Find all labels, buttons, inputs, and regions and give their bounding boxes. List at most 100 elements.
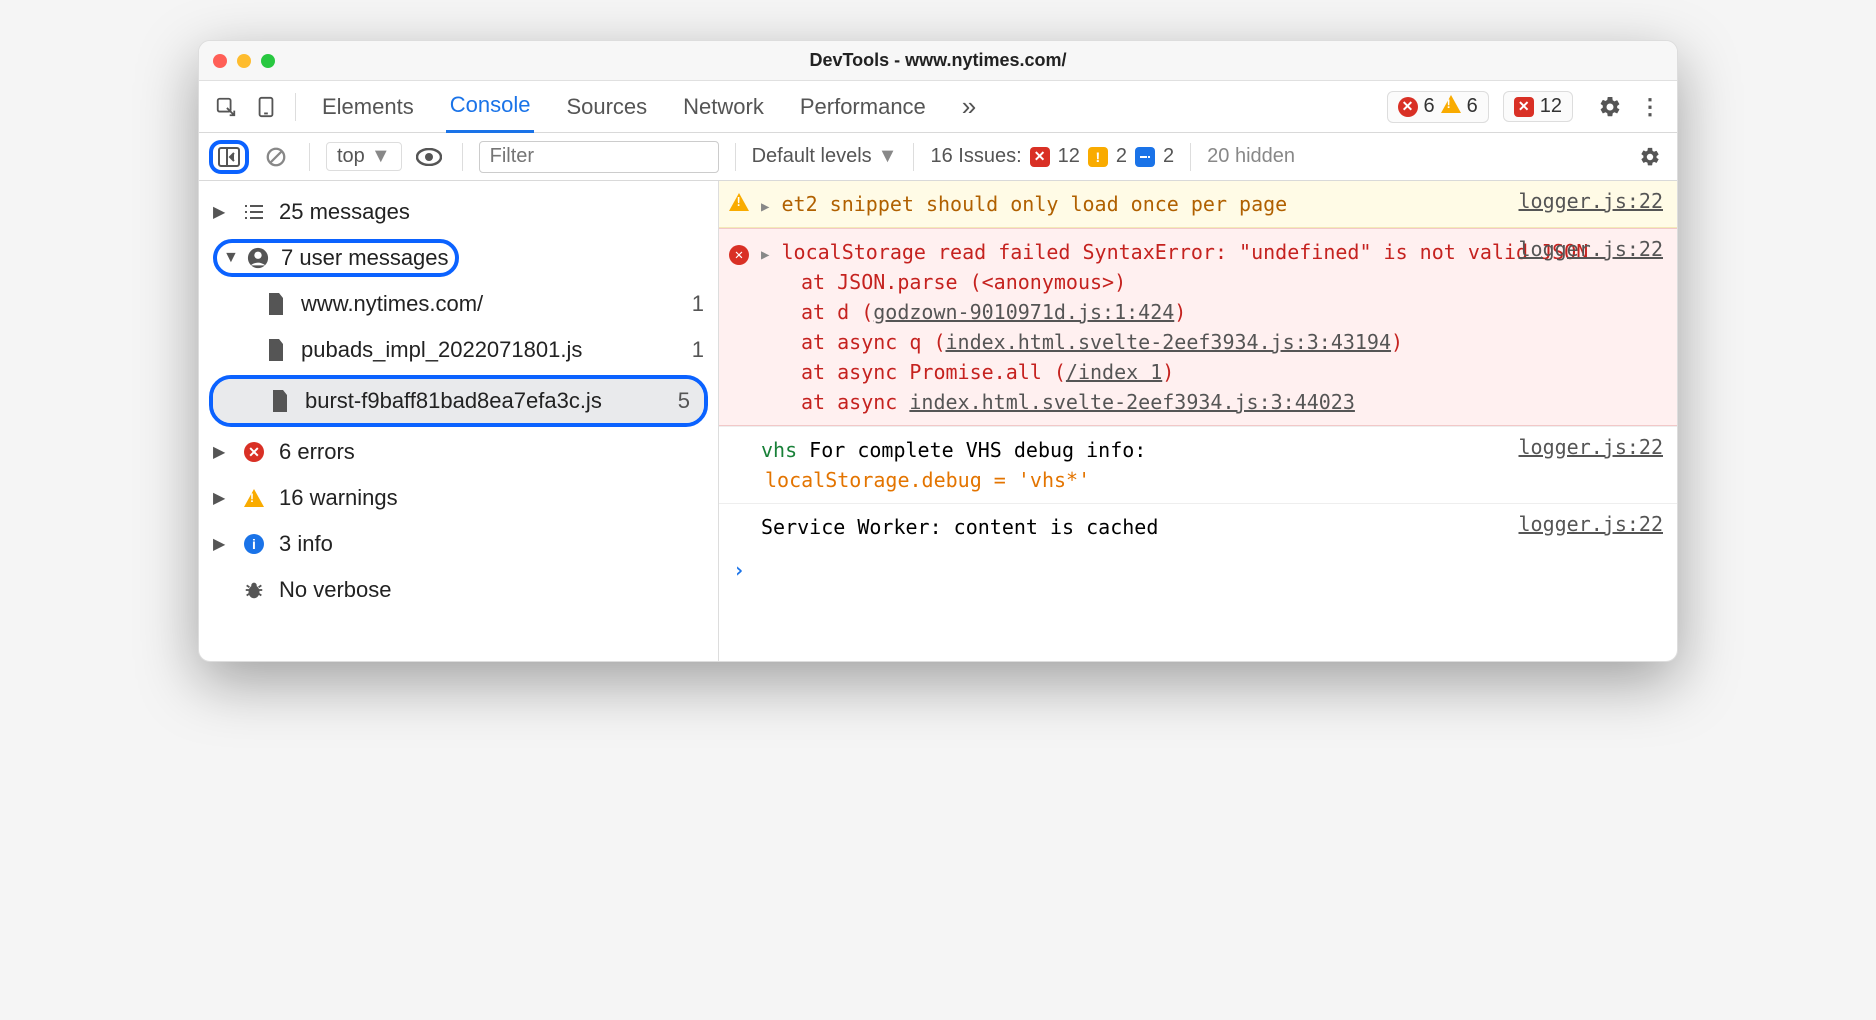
tab-performance[interactable]: Performance (796, 82, 930, 132)
panel-tabs-row: Elements Console Sources Network Perform… (199, 81, 1677, 133)
device-toolbar-icon[interactable] (249, 90, 283, 124)
log-source-link[interactable]: logger.js:22 (1519, 512, 1664, 536)
user-messages-label: 7 user messages (281, 245, 449, 271)
stack-prefix: at async (801, 390, 909, 414)
sidebar-warnings[interactable]: ▶ ! 16 warnings (199, 475, 718, 521)
log-code: localStorage.debug = 'vhs*' (761, 468, 1090, 492)
sidebar-verbose[interactable]: No verbose (199, 567, 718, 613)
warning-icon: ! (1088, 147, 1108, 167)
error-icon: ✕ (1398, 97, 1418, 117)
divider (735, 143, 736, 171)
stack-link[interactable]: index.html.svelte-2eef3934.js:3:43194 (946, 330, 1392, 354)
file-name: www.nytimes.com/ (301, 291, 680, 317)
log-prefix: vhs (761, 438, 797, 462)
hidden-count[interactable]: 20 hidden (1207, 145, 1295, 168)
list-icon (241, 203, 267, 221)
warning-icon: ! (1441, 95, 1461, 113)
info-icon: i (241, 534, 267, 554)
log-entry-error[interactable]: ✕ ▶ localStorage read failed SyntaxError… (719, 228, 1677, 426)
chevron-down-icon: ▼ (219, 249, 235, 267)
file-icon (263, 339, 289, 361)
sidebar-file-item-highlighted: burst-f9baff81bad8ea7efa3c.js 5 (209, 375, 708, 427)
warning-icon: ! (729, 189, 751, 219)
file-count: 1 (692, 337, 704, 363)
chevron-right-icon: ▶ (213, 202, 229, 222)
log-entry-info[interactable]: Service Worker: content is cached logger… (719, 503, 1677, 550)
errors-label: 6 errors (279, 439, 704, 465)
extension-error-badge[interactable]: ✕ 12 (1503, 91, 1573, 122)
console-prompt[interactable]: › (719, 550, 1677, 590)
tab-console[interactable]: Console (446, 80, 535, 133)
sidebar-user-messages[interactable]: ▼ 7 user messages (199, 235, 718, 281)
issues-error-count: 12 (1058, 145, 1080, 168)
clear-console-icon[interactable] (259, 140, 293, 174)
issues-warn-count: 2 (1116, 145, 1127, 168)
sidebar-errors[interactable]: ▶ ✕ 6 errors (199, 429, 718, 475)
warning-icon: ! (241, 489, 267, 507)
filter-input[interactable] (479, 141, 719, 173)
error-icon: ✕ (729, 237, 751, 417)
spacer-icon (729, 512, 751, 542)
stack-link[interactable]: /index 1 (1066, 360, 1162, 384)
log-text: For complete VHS debug info: (809, 438, 1146, 462)
sidebar-file-item[interactable]: pubads_impl_2022071801.js 1 (199, 327, 718, 373)
file-count: 1 (692, 291, 704, 317)
context-selector[interactable]: top ▼ (326, 142, 402, 171)
console-sidebar: ▶ 25 messages ▼ 7 user messages (199, 181, 719, 661)
sidebar-info[interactable]: ▶ i 3 info (199, 521, 718, 567)
info-label: 3 info (279, 531, 704, 557)
error-icon: ✕ (1514, 97, 1534, 117)
log-source-link[interactable]: logger.js:22 (1519, 189, 1664, 213)
tab-sources[interactable]: Sources (562, 82, 651, 132)
console-main: ▶ 25 messages ▼ 7 user messages (199, 181, 1677, 661)
sidebar-messages[interactable]: ▶ 25 messages (199, 189, 718, 235)
settings-icon[interactable] (1593, 90, 1627, 124)
error-warning-badge[interactable]: ✕ 6 ! 6 (1387, 91, 1489, 123)
issues-summary[interactable]: 16 Issues: ✕ 12 ! 2 2 (930, 145, 1174, 168)
chevron-right-icon: ▶ (213, 534, 229, 554)
levels-label: Default levels (752, 145, 872, 168)
tabs-overflow[interactable]: » (958, 79, 980, 134)
tab-network[interactable]: Network (679, 82, 768, 132)
chevron-down-icon: ▼ (878, 145, 898, 168)
toggle-sidebar-button[interactable] (209, 140, 249, 174)
log-entry-info[interactable]: vhs For complete VHS debug info: localSt… (719, 426, 1677, 503)
stack-link[interactable]: index.html.svelte-2eef3934.js:3:44023 (909, 390, 1355, 414)
error-count: 6 (1424, 95, 1435, 118)
issues-label: 16 Issues: (930, 145, 1021, 168)
file-name: burst-f9baff81bad8ea7efa3c.js (305, 388, 666, 414)
issues-info-count: 2 (1163, 145, 1174, 168)
log-entry-warning[interactable]: ! ▶ et2 snippet should only load once pe… (719, 181, 1677, 228)
window-title: DevTools - www.nytimes.com/ (199, 50, 1677, 71)
divider (295, 93, 296, 121)
chevron-right-icon: ▶ (213, 488, 229, 508)
sidebar-file-item[interactable]: burst-f9baff81bad8ea7efa3c.js 5 (213, 379, 704, 423)
divider (462, 143, 463, 171)
live-expression-icon[interactable] (412, 140, 446, 174)
sidebar-file-item[interactable]: www.nytimes.com/ 1 (199, 281, 718, 327)
tab-elements[interactable]: Elements (318, 82, 418, 132)
stack-prefix: at async Promise.all ( (801, 360, 1066, 384)
warning-count: 6 (1467, 95, 1478, 118)
inspect-element-icon[interactable] (209, 90, 243, 124)
context-label: top (337, 145, 365, 168)
bug-icon (241, 579, 267, 601)
log-source-link[interactable]: logger.js:22 (1519, 237, 1664, 261)
stack-link[interactable]: godzown-9010971d.js:1:424 (873, 300, 1174, 324)
stack-line: at JSON.parse (<anonymous>) (761, 270, 1126, 294)
expand-icon[interactable]: ▶ (761, 247, 769, 263)
chevron-right-icon: ▶ (213, 442, 229, 462)
more-menu-icon[interactable]: ⋮ (1633, 90, 1667, 124)
info-icon (1135, 147, 1155, 167)
log-levels-dropdown[interactable]: Default levels ▼ (752, 145, 898, 168)
titlebar: DevTools - www.nytimes.com/ (199, 41, 1677, 81)
console-settings-icon[interactable] (1633, 140, 1667, 174)
log-text: et2 snippet should only load once per pa… (781, 192, 1287, 216)
log-source-link[interactable]: logger.js:22 (1519, 435, 1664, 459)
stack-prefix: at d ( (801, 300, 873, 324)
expand-icon[interactable]: ▶ (761, 199, 769, 215)
messages-label: 25 messages (279, 199, 704, 225)
spacer-icon (729, 435, 751, 495)
file-icon (263, 293, 289, 315)
error-icon: ✕ (1030, 147, 1050, 167)
